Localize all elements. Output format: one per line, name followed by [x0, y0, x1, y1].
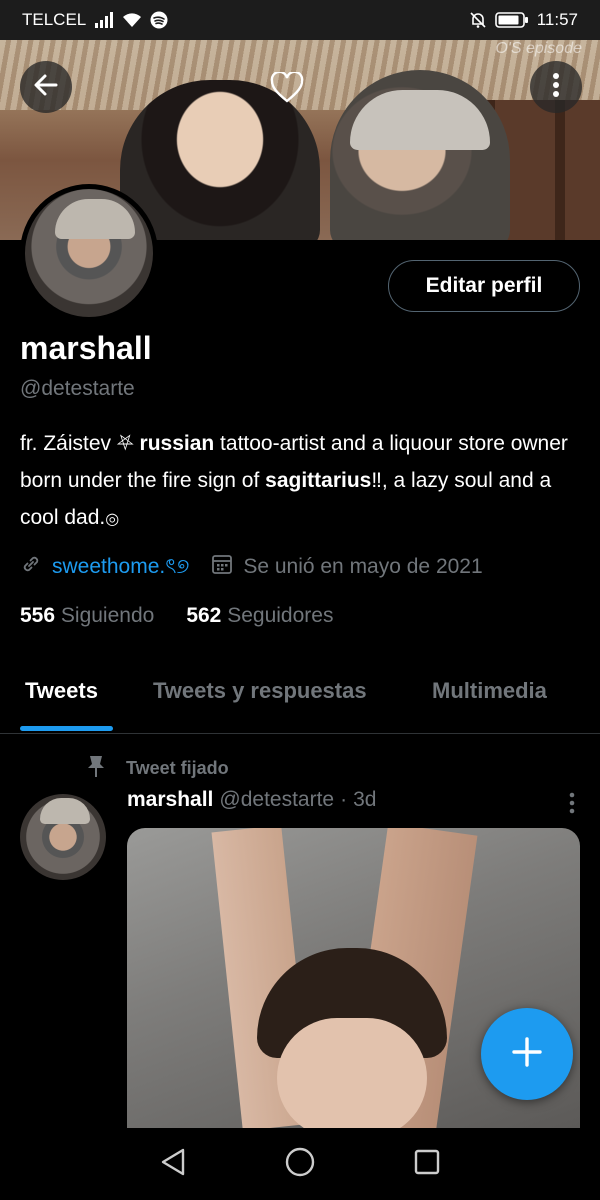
follow-stats: 556 Siguiendo 562 Seguidores	[20, 604, 333, 628]
battery-icon	[494, 12, 529, 28]
profile-avatar[interactable]	[20, 184, 158, 322]
following-label: Siguiendo	[60, 604, 155, 627]
tweet-avatar[interactable]	[20, 794, 106, 880]
tweet-time: 3d	[353, 788, 377, 811]
status-bar: TELCEL 11:57	[0, 0, 600, 40]
followers-link[interactable]: 562 Seguidores	[186, 604, 333, 628]
bio-text: fr. Záistev	[20, 432, 117, 455]
banner-watermark: O'S episode	[495, 40, 582, 57]
edit-profile-button[interactable]: Editar perfil	[388, 260, 580, 312]
link-icon	[20, 553, 42, 581]
following-link[interactable]: 556 Siguiendo	[20, 604, 154, 628]
nav-recents-icon[interactable]	[413, 1148, 441, 1181]
mute-icon	[469, 11, 487, 29]
banner-post	[555, 100, 565, 240]
avatar-cap	[55, 199, 135, 239]
heart-icon	[270, 70, 304, 109]
arrow-left-icon	[32, 71, 60, 104]
tweet-header: marshall @detestarte · 3d	[127, 788, 376, 812]
signal-icon	[94, 12, 114, 28]
bio-bold: russian	[139, 432, 215, 455]
plus-icon	[510, 1035, 544, 1074]
tweet-more-button[interactable]	[568, 792, 576, 819]
spiral-symbol: ◎	[105, 511, 120, 528]
profile-meta: sweethome.ৎ୭ Se unió en mayo de 2021	[20, 550, 483, 584]
active-tab-indicator	[20, 726, 113, 731]
carrier-label: TELCEL	[22, 10, 87, 29]
profile-tabs: Tweets Tweets y respuestas Multimedia	[0, 660, 600, 734]
bio-bold: sagittarius	[265, 469, 372, 492]
compose-tweet-button[interactable]	[481, 1008, 573, 1100]
tweet-separator: ·	[340, 788, 348, 811]
system-nav-bar	[0, 1128, 600, 1200]
nav-back-icon[interactable]	[159, 1147, 187, 1182]
pentagram-symbol: ⛧	[116, 432, 134, 455]
followers-count: 562	[186, 604, 222, 627]
status-right: 11:57	[469, 10, 578, 30]
status-left: TELCEL	[22, 10, 168, 30]
clock: 11:57	[536, 10, 578, 29]
calendar-icon	[211, 553, 233, 581]
joined-date: Se unió en mayo de 2021	[243, 555, 483, 578]
tab-tweets-replies[interactable]: Tweets y respuestas	[153, 678, 367, 704]
pinned-indicator: Tweet fijado	[86, 754, 229, 783]
tab-tweets[interactable]: Tweets	[25, 678, 98, 704]
avatar-cap	[40, 798, 90, 824]
tweet-author-handle: @detestarte	[219, 788, 335, 811]
pinned-label: Tweet fijado	[126, 758, 229, 778]
media-face	[277, 1018, 427, 1128]
wifi-icon	[122, 12, 142, 28]
profile-name: marshall	[20, 330, 152, 366]
profile-bio: fr. Záistev ⛧ russian tattoo-artist and …	[20, 425, 580, 538]
more-vert-icon	[552, 72, 560, 103]
more-options-button[interactable]	[530, 61, 582, 113]
following-count: 556	[20, 604, 56, 627]
spotify-icon	[150, 11, 168, 29]
nav-home-icon[interactable]	[284, 1146, 316, 1183]
followers-label: Seguidores	[227, 604, 334, 627]
profile-handle: @detestarte	[20, 377, 135, 400]
back-button[interactable]	[20, 61, 72, 113]
tab-media[interactable]: Multimedia	[432, 678, 547, 704]
tweet-author-name[interactable]: marshall	[127, 788, 213, 812]
profile-website-link[interactable]: sweethome.ৎ୭	[52, 550, 189, 585]
pin-icon	[86, 754, 106, 783]
